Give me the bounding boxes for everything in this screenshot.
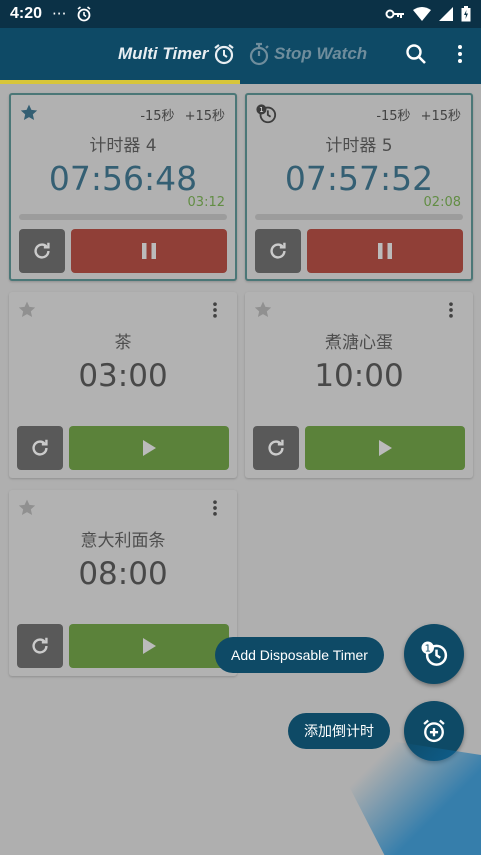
app-bar: Multi Timer Stop Watch	[0, 28, 481, 84]
timer-remaining: 03:00	[78, 358, 168, 394]
vpn-key-icon	[385, 9, 404, 19]
wifi-icon	[413, 7, 431, 21]
timer-card-3[interactable]: 茶 03:00	[9, 292, 237, 478]
timer-card-4[interactable]: 煮溏心蛋 10:00	[245, 292, 473, 478]
refresh-icon	[32, 439, 48, 456]
timer-remaining: 07:57:52	[284, 159, 434, 198]
timer-name: 计时器 4	[89, 136, 157, 156]
play-icon	[379, 440, 392, 456]
status-bar: 4:20 ···	[0, 0, 481, 28]
timer-elapsed: 03:12	[187, 195, 225, 210]
timer-elapsed: 02:08	[423, 195, 461, 210]
play-button[interactable]	[305, 426, 465, 470]
more-vert-icon[interactable]	[448, 42, 472, 66]
adjust-controls: -15秒 +15秒	[140, 105, 225, 124]
timer-name: 意大利面条	[80, 531, 166, 551]
pause-icon	[378, 243, 392, 259]
tab-indicator	[0, 80, 240, 84]
battery-icon	[461, 6, 471, 22]
star-outline-icon[interactable]	[253, 300, 273, 320]
tab-stop-watch[interactable]: Stop Watch	[248, 42, 367, 66]
svg-text:1: 1	[425, 644, 431, 655]
timer-card-5[interactable]: 意大利面条 08:00	[9, 490, 237, 676]
more-vert-icon[interactable]	[441, 300, 461, 320]
alarm-icon	[77, 6, 91, 22]
status-time: 4:20	[10, 5, 43, 22]
signal-icon	[439, 7, 453, 21]
play-icon	[143, 440, 156, 456]
timer-remaining: 10:00	[314, 358, 404, 394]
refresh-icon	[270, 242, 286, 259]
refresh-icon	[268, 439, 284, 456]
tab-multi-timer[interactable]: Multi Timer	[118, 42, 236, 66]
reset-button[interactable]	[19, 229, 65, 273]
reset-button[interactable]	[17, 426, 63, 470]
add-disposable-timer-label[interactable]: Add Disposable Timer	[215, 637, 384, 673]
star-outline-icon[interactable]	[17, 300, 37, 320]
timer-progress-bar	[255, 214, 463, 220]
minus-15s-button[interactable]: -15秒	[376, 105, 410, 124]
play-icon	[143, 638, 156, 654]
reset-button[interactable]	[253, 426, 299, 470]
tab-multi-timer-label: Multi Timer	[118, 44, 209, 63]
plus-15s-button[interactable]: +15秒	[421, 105, 461, 124]
play-button[interactable]	[69, 426, 229, 470]
timer-card-2[interactable]: 1 -15秒 +15秒 计时器 5 07:57:52 02:08	[245, 93, 473, 281]
svg-text:1: 1	[259, 105, 264, 114]
minus-15s-button[interactable]: -15秒	[140, 105, 174, 124]
timer-name: 计时器 5	[325, 136, 393, 156]
pause-icon	[142, 243, 156, 259]
timer-remaining: 07:56:48	[48, 159, 198, 198]
search-icon[interactable]	[404, 42, 428, 66]
disposable-timer-icon: 1	[421, 641, 448, 666]
refresh-icon	[34, 242, 50, 259]
refresh-icon	[32, 637, 48, 654]
plus-15s-button[interactable]: +15秒	[185, 105, 225, 124]
more-vert-icon[interactable]	[205, 498, 225, 518]
timer-progress-bar	[19, 214, 227, 220]
timer-name: 茶	[114, 333, 132, 353]
timer-remaining: 08:00	[78, 556, 168, 592]
more-vert-icon[interactable]	[205, 300, 225, 320]
timer-name: 煮溏心蛋	[325, 333, 393, 353]
star-outline-icon[interactable]	[17, 498, 37, 518]
adjust-controls: -15秒 +15秒	[376, 105, 461, 124]
pause-button[interactable]	[307, 229, 463, 273]
star-filled-icon[interactable]	[19, 103, 39, 123]
play-button[interactable]	[69, 624, 229, 668]
reset-button[interactable]	[255, 229, 301, 273]
disposable-timer-icon: 1	[256, 104, 277, 124]
pause-button[interactable]	[71, 229, 227, 273]
notification-dots: ···	[52, 5, 67, 23]
alarm-clock-icon	[214, 44, 235, 65]
timer-card-1[interactable]: -15秒 +15秒 计时器 4 07:56:48 03:12	[9, 93, 237, 281]
tab-stop-watch-label: Stop Watch	[274, 44, 368, 63]
reset-button[interactable]	[17, 624, 63, 668]
stopwatch-icon	[249, 42, 269, 66]
add-alarm-icon	[423, 719, 445, 743]
add-disposable-timer-button[interactable]: 1	[404, 624, 464, 684]
